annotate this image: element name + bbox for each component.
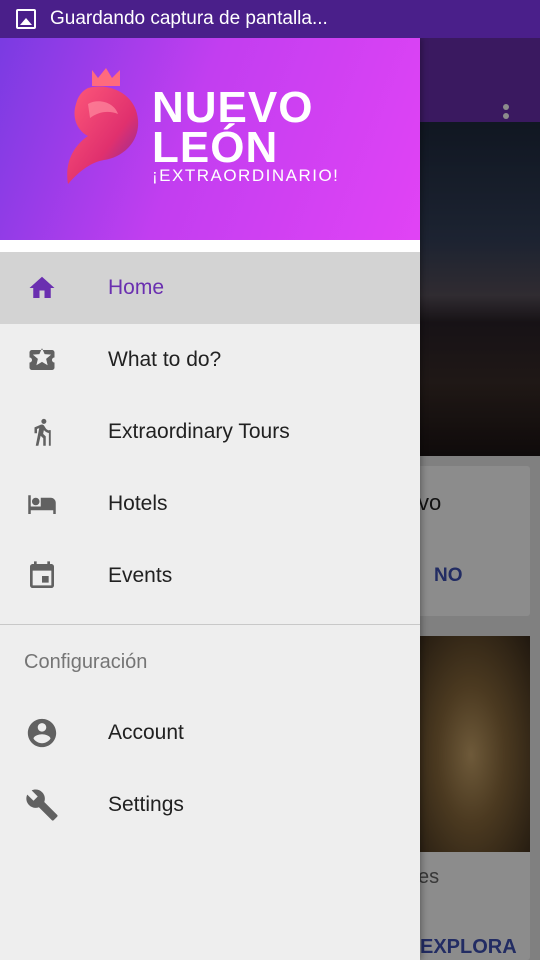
status-notification-text: Guardando captura de pantalla...: [50, 8, 328, 29]
image-icon: [16, 9, 36, 29]
menu-item-label: Account: [108, 721, 184, 744]
status-bar: Guardando captura de pantalla...: [0, 0, 540, 38]
logo-tagline: ¡EXTRAORDINARIO!: [152, 166, 340, 185]
drawer-header: NUEVO LEÓN ¡EXTRAORDINARIO!: [0, 38, 420, 240]
ticket-star-icon: [24, 344, 60, 376]
menu-item-account[interactable]: Account: [0, 697, 420, 769]
menu-item-hotels[interactable]: Hotels: [0, 468, 420, 540]
menu-item-extraordinary-tours[interactable]: Extraordinary Tours: [0, 396, 420, 468]
menu-item-events[interactable]: Events: [0, 540, 420, 612]
menu-item-label: Settings: [108, 793, 184, 816]
header-spacer: [0, 240, 420, 252]
hiker-icon: [24, 416, 60, 448]
menu-item-label: What to do?: [108, 348, 222, 371]
account-circle-icon: [24, 717, 60, 749]
logo-title-line1: NUEVO: [152, 83, 314, 132]
menu-item-home[interactable]: Home: [0, 252, 420, 324]
drawer-menu: Home What to do? Extraordinary Tours Hot…: [0, 252, 420, 612]
bed-icon: [24, 488, 60, 520]
config-menu: Account Settings: [0, 697, 420, 841]
navigation-drawer: NUEVO LEÓN ¡EXTRAORDINARIO! Home What to…: [0, 38, 420, 960]
menu-item-label: Extraordinary Tours: [108, 420, 290, 443]
logo-title: NUEVO LEÓN: [152, 83, 314, 172]
menu-item-what-to-do[interactable]: What to do?: [0, 324, 420, 396]
menu-item-settings[interactable]: Settings: [0, 769, 420, 841]
wrench-icon: [24, 789, 60, 821]
menu-item-label: Events: [108, 564, 173, 587]
section-title-configuracion: Configuración: [24, 651, 148, 673]
logo-title-line2: LEÓN: [152, 123, 279, 172]
calendar-icon: [24, 560, 60, 592]
menu-item-label: Hotels: [108, 492, 168, 515]
menu-item-label: Home: [108, 276, 165, 299]
home-icon: [24, 272, 60, 304]
nuevo-leon-logo-icon: [67, 68, 139, 184]
